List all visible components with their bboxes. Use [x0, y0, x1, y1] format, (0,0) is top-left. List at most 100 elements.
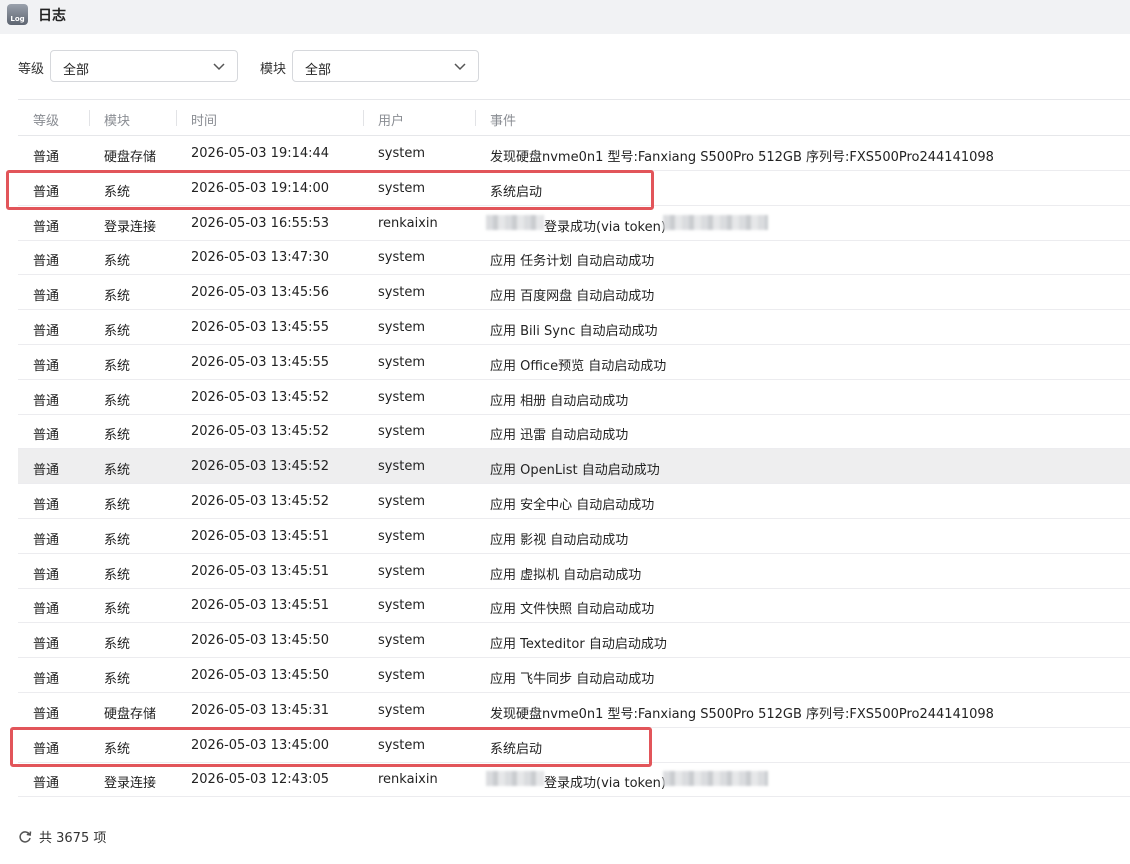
cell-user: system [378, 668, 425, 683]
cell-module: 系统 [104, 567, 131, 583]
column-divider [176, 110, 177, 126]
cell-user: system [378, 459, 425, 475]
cell-event: 发现硬盘nvme0n1 型号:Fanxiang S500Pro 512GB 序列… [490, 150, 994, 165]
table-row[interactable]: 普通 系统 2026-05-03 13:45:55 system 应用 Office预览… [18, 345, 1130, 380]
cell-user: system [378, 250, 425, 266]
cell-module: 系统 [104, 532, 131, 548]
table-row[interactable]: 普通 系统 2026-05-03 13:45:51 system 应用 虚拟机 自动启动… [18, 554, 1130, 589]
app-icon-label: Log [10, 15, 25, 23]
cell-user: renkaixin [378, 772, 438, 788]
column-header-event[interactable]: 事件 [490, 110, 516, 129]
total-count: 共 3675 项 [39, 831, 107, 846]
log-app-icon: Log [7, 4, 28, 25]
cell-time: 2026-05-03 13:45:51 [191, 563, 330, 579]
table-row[interactable]: 普通 系统 2026-05-03 13:45:52 system 应用 迅雷 自动启动成… [18, 414, 1130, 450]
cell-event: 应用 安全中心 自动启动成功 [490, 498, 655, 513]
cell-module: 系统 [104, 498, 131, 513]
cell-time: 2026-05-03 13:45:31 [191, 702, 330, 718]
cell-level: 普通 [33, 184, 60, 200]
cell-module: 系统 [104, 324, 131, 339]
cell-level: 普通 [33, 150, 60, 165]
cell-time: 2026-05-03 13:45:55 [191, 354, 330, 370]
table-row[interactable]: 普通 系统 2026-05-03 13:45:51 system 应用 影视 自动启动成… [18, 519, 1130, 554]
cell-user: system [378, 146, 425, 161]
table-row[interactable]: 普通 硬盘存储 2026-05-03 13:45:31 system 发现硬盘nvme0… [18, 693, 1130, 728]
refresh-icon[interactable] [18, 830, 32, 844]
cell-level: 普通 [33, 567, 60, 583]
table-row[interactable]: 普通 系统 2026-05-03 13:45:00 system 系统启动 [18, 728, 1130, 763]
table-footer: 共 3675 项 [18, 827, 106, 846]
cell-module: 硬盘存储 [104, 150, 157, 165]
cell-event: 应用 Texteditor 自动启动成功 [490, 637, 667, 653]
cell-level: 普通 [33, 324, 60, 339]
cell-time: 2026-05-03 13:45:50 [191, 668, 330, 683]
cell-event: 应用 迅雷 自动启动成功 [490, 428, 629, 444]
cell-time: 2026-05-03 13:45:00 [191, 737, 330, 753]
cell-level: 普通 [33, 428, 60, 444]
table-row[interactable]: 普通 系统 2026-05-03 13:45:50 system 应用 飞牛同步 自动启… [18, 658, 1130, 693]
cell-module: 系统 [104, 463, 131, 479]
cell-user: system [378, 494, 425, 509]
log-table: 等级 模块 时间 用户 事件 普通 硬盘存储 2026-05-03 19:14:44… [18, 99, 1130, 798]
table-row[interactable]: 普通 系统 2026-05-03 13:45:52 system 应用 OpenList… [18, 449, 1130, 485]
cell-event: 登录成功(via token) [544, 776, 666, 792]
cell-event: 应用 任务计划 自动启动成功 [490, 254, 655, 270]
column-header-module[interactable]: 模块 [104, 110, 130, 129]
cell-event: 应用 Bili Sync 自动启动成功 [490, 324, 658, 339]
table-row[interactable]: 普通 系统 2026-05-03 13:47:30 system 应用 任务计划 自动启… [18, 240, 1130, 276]
cell-user: system [378, 180, 425, 196]
module-filter-select[interactable]: 全部 [292, 50, 479, 82]
cell-time: 2026-05-03 13:45:51 [191, 598, 330, 614]
cell-level: 普通 [33, 289, 60, 305]
table-row[interactable]: 普通 登录连接 2026-05-03 16:55:53 renkaixin 登录成功(v… [18, 206, 1130, 241]
table-row[interactable]: 普通 系统 2026-05-03 13:45:50 system 应用 Textedit… [18, 623, 1130, 659]
cell-module: 系统 [104, 602, 131, 618]
cell-module: 系统 [104, 254, 131, 270]
table-row[interactable]: 普通 登录连接 2026-05-03 12:43:05 renkaixin 登录成功(v… [18, 762, 1130, 798]
redacted-region [663, 771, 768, 787]
table-row[interactable]: 普通 系统 2026-05-03 19:14:00 system 系统启动 [18, 171, 1130, 206]
cell-user: system [378, 389, 425, 405]
cell-time: 2026-05-03 13:47:30 [191, 250, 330, 266]
cell-module: 系统 [104, 741, 131, 757]
column-header-level[interactable]: 等级 [33, 110, 59, 129]
cell-module: 登录连接 [104, 776, 157, 792]
cell-module: 系统 [104, 358, 131, 374]
column-header-user[interactable]: 用户 [378, 110, 404, 129]
cell-user: system [378, 633, 425, 649]
cell-module: 系统 [104, 393, 131, 409]
column-divider [363, 110, 364, 126]
cell-module: 系统 [104, 289, 131, 305]
table-row[interactable]: 普通 系统 2026-05-03 13:45:51 system 应用 文件快照 自动启… [18, 588, 1130, 624]
cell-event: 应用 飞牛同步 自动启动成功 [490, 672, 655, 687]
cell-user: system [378, 528, 425, 544]
level-filter-value: 全部 [63, 63, 90, 78]
cell-level: 普通 [33, 532, 60, 548]
column-divider [89, 110, 90, 126]
level-filter-select[interactable]: 全部 [50, 50, 238, 82]
cell-level: 普通 [33, 637, 60, 653]
table-row[interactable]: 普通 系统 2026-05-03 13:45:55 system 应用 Bili Syn… [18, 310, 1130, 345]
cell-event: 应用 相册 自动启动成功 [490, 393, 629, 409]
cell-level: 普通 [33, 776, 60, 792]
table-row[interactable]: 普通 系统 2026-05-03 13:45:56 system 应用 百度网盘 自动启… [18, 275, 1130, 311]
cell-time: 2026-05-03 16:55:53 [191, 215, 330, 231]
cell-user: system [378, 424, 425, 440]
cell-event: 发现硬盘nvme0n1 型号:Fanxiang S500Pro 512GB 序列… [490, 706, 994, 722]
table-row[interactable]: 普通 系统 2026-05-03 13:45:52 system 应用 安全中心 自动启… [18, 484, 1130, 519]
column-header-time[interactable]: 时间 [191, 110, 217, 129]
table-row[interactable]: 普通 硬盘存储 2026-05-03 19:14:44 system 发现硬盘nvme0… [18, 136, 1130, 171]
title-bar: Log 日志 [0, 0, 1130, 34]
chevron-down-icon [213, 63, 225, 71]
table-row[interactable]: 普通 系统 2026-05-03 13:45:52 system 应用 相册 自动启动成… [18, 380, 1130, 415]
cell-time: 2026-05-03 19:14:00 [191, 180, 330, 196]
window-title: 日志 [38, 8, 66, 24]
cell-event: 应用 虚拟机 自动启动成功 [490, 567, 642, 583]
cell-user: system [378, 320, 425, 335]
module-filter-value: 全部 [305, 63, 332, 78]
main-panel: 等级 全部 模块 全部 等级 模块 时间 用户 事件 普通 硬盘存储 2026-05… [0, 34, 1130, 864]
module-filter-label: 模块 [260, 62, 287, 77]
cell-time: 2026-05-03 13:45:52 [191, 424, 330, 440]
cell-level: 普通 [33, 254, 60, 270]
cell-event: 应用 OpenList 自动启动成功 [490, 463, 660, 479]
